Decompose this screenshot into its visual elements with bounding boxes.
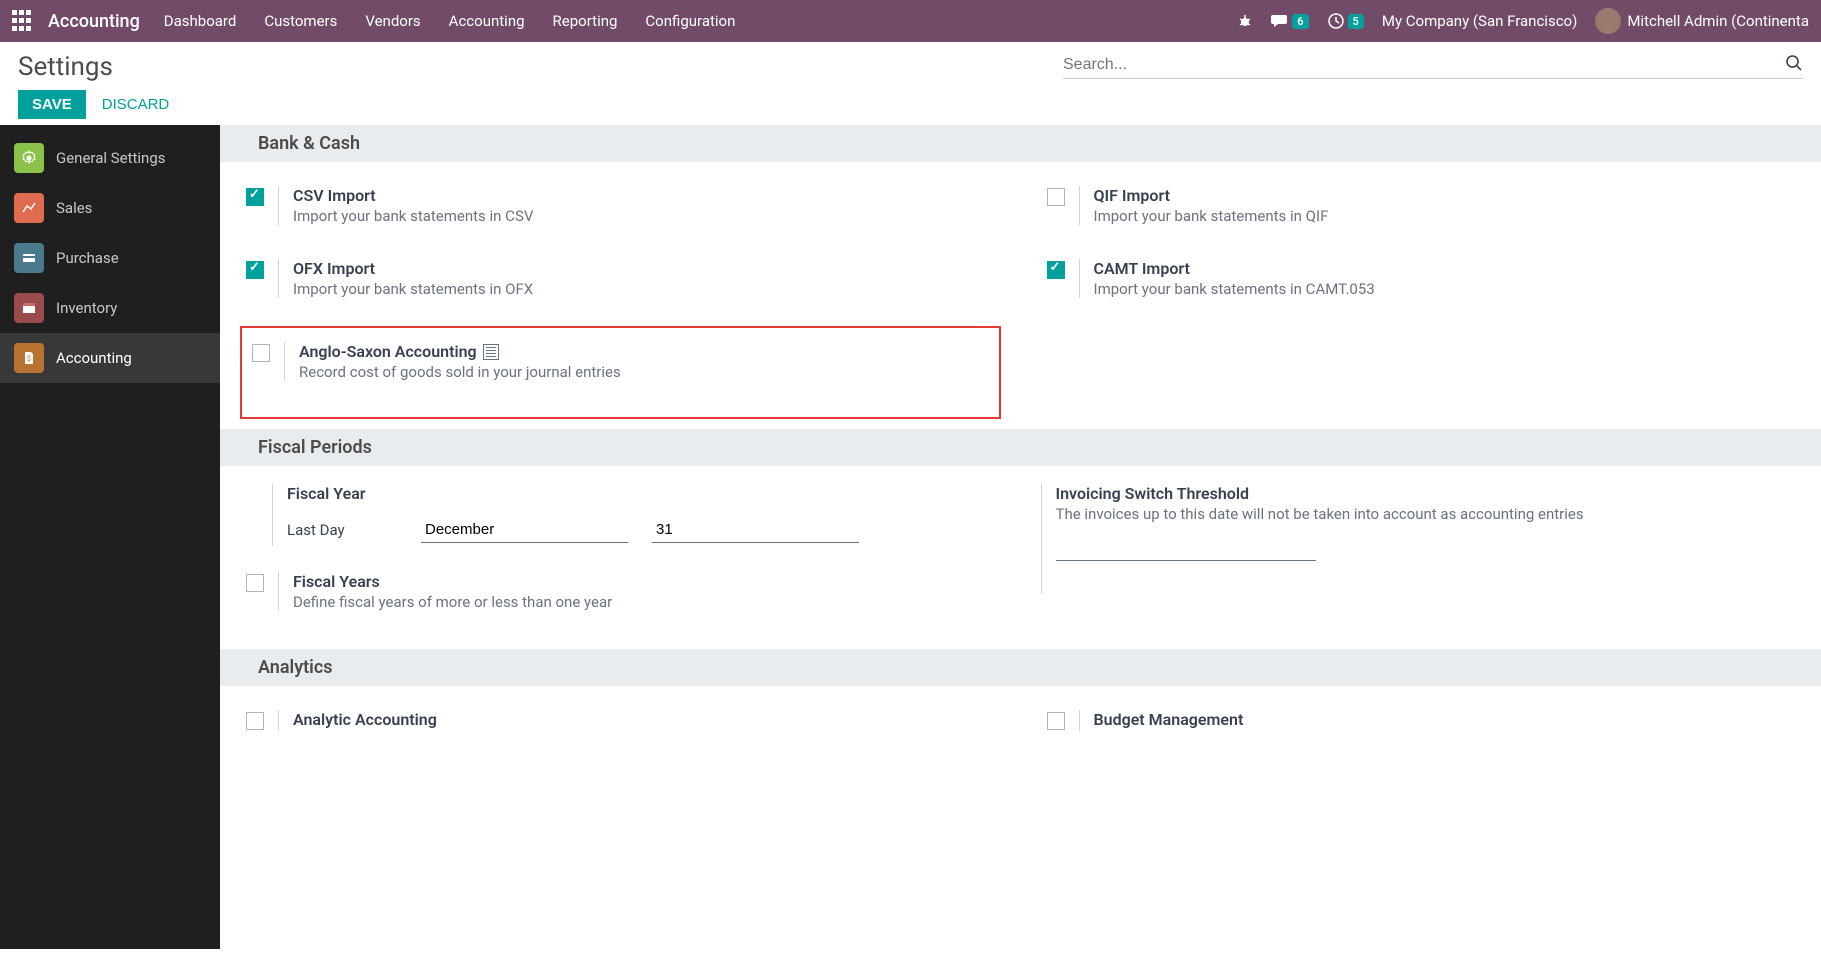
setting-desc: Import your bank statements in CAMT.053 [1094,280,1796,298]
setting-anglo-saxon: Anglo-Saxon Accounting Record cost of go… [240,326,1001,419]
sidebar-item-purchase[interactable]: Purchase [0,233,220,283]
menu-customers[interactable]: Customers [264,12,337,30]
setting-title: QIF Import [1094,186,1796,205]
gear-icon [14,143,44,173]
clock-icon[interactable]: 5 [1327,12,1364,30]
sidebar-item-accounting[interactable]: $ Accounting [0,333,220,383]
chat-icon[interactable]: 6 [1271,13,1308,29]
menu-dashboard[interactable]: Dashboard [164,12,237,30]
setting-fiscal-years: Fiscal Years Define fiscal years of more… [240,566,1001,617]
checkbox-anglo[interactable] [252,344,270,362]
menu-vendors[interactable]: Vendors [365,12,420,30]
avatar [1595,8,1621,34]
fiscal-year-heading: Fiscal Year [287,484,1001,503]
checkbox-budget[interactable] [1047,712,1065,730]
setting-title: Anglo-Saxon Accounting [299,342,989,361]
setting-desc: Import your bank statements in OFX [293,280,995,298]
setting-camt-import: CAMT Import Import your bank statements … [1041,253,1802,304]
document-icon: $ [14,343,44,373]
menu-accounting[interactable]: Accounting [449,12,525,30]
setting-budget-management: Budget Management [1041,704,1802,737]
sidebar-item-general[interactable]: General Settings [0,133,220,183]
building-icon [483,344,499,360]
sidebar-item-label: Sales [56,199,92,217]
save-button[interactable]: SAVE [18,90,86,119]
checkbox-qif[interactable] [1047,188,1065,206]
setting-desc: Define fiscal years of more or less than… [293,593,995,611]
checkbox-ofx[interactable] [246,261,264,279]
search-icon[interactable] [1785,54,1803,72]
clock-badge: 5 [1348,14,1364,29]
setting-desc: Record cost of goods sold in your journa… [299,363,989,381]
page-title: Settings [18,52,169,82]
checkbox-analytic[interactable] [246,712,264,730]
topnav-right: 6 5 My Company (San Francisco) Mitchell … [1237,8,1809,34]
sidebar-item-label: General Settings [56,149,166,167]
search-container [1063,52,1803,79]
setting-title: Budget Management [1094,710,1796,729]
setting-ofx-import: OFX Import Import your bank statements i… [240,253,1001,304]
last-day-label: Last Day [287,521,397,539]
user-menu[interactable]: Mitchell Admin (Continenta [1595,8,1809,34]
chart-icon [14,193,44,223]
apps-icon[interactable] [12,10,34,32]
setting-title: Analytic Accounting [293,710,995,729]
subheader: Settings SAVE DISCARD [0,42,1821,125]
settings-sidebar: General Settings Sales Purchase Inventor… [0,125,220,949]
sidebar-item-inventory[interactable]: Inventory [0,283,220,333]
topnav-menu: Dashboard Customers Vendors Accounting R… [164,12,1237,30]
section-title-fiscal: Fiscal Periods [220,429,1821,466]
checkbox-csv[interactable] [246,188,264,206]
sidebar-item-label: Inventory [56,299,117,317]
box-icon [14,293,44,323]
setting-csv-import: CSV Import Import your bank statements i… [240,180,1001,231]
user-name: Mitchell Admin (Continenta [1627,12,1809,30]
brand-title[interactable]: Accounting [48,11,140,32]
threshold-desc: The invoices up to this date will not be… [1056,505,1802,523]
svg-text:$: $ [27,355,31,363]
fiscal-month-select[interactable] [421,517,628,543]
setting-qif-import: QIF Import Import your bank statements i… [1041,180,1802,231]
settings-content: Bank & Cash CSV Import Import your bank … [220,125,1821,949]
sidebar-item-label: Purchase [56,249,119,267]
bug-icon[interactable] [1237,13,1253,29]
fiscal-day-input[interactable] [652,517,859,543]
setting-title: CSV Import [293,186,995,205]
section-title-analytics: Analytics [220,649,1821,686]
setting-title: OFX Import [293,259,995,278]
setting-title: Fiscal Years [293,572,995,591]
menu-reporting[interactable]: Reporting [553,12,618,30]
top-navbar: Accounting Dashboard Customers Vendors A… [0,0,1821,42]
checkbox-camt[interactable] [1047,261,1065,279]
chat-badge: 6 [1292,14,1308,29]
discard-button[interactable]: DISCARD [102,96,170,113]
checkbox-fiscal-years[interactable] [246,574,264,592]
setting-desc: Import your bank statements in QIF [1094,207,1796,225]
setting-analytic-accounting: Analytic Accounting [240,704,1001,737]
sidebar-item-sales[interactable]: Sales [0,183,220,233]
company-name[interactable]: My Company (San Francisco) [1382,12,1577,30]
section-title-bank-cash: Bank & Cash [220,125,1821,162]
threshold-title: Invoicing Switch Threshold [1056,484,1802,503]
setting-title: CAMT Import [1094,259,1796,278]
card-icon [14,243,44,273]
menu-configuration[interactable]: Configuration [645,12,735,30]
search-input[interactable] [1063,56,1803,74]
setting-desc: Import your bank statements in CSV [293,207,995,225]
threshold-input[interactable] [1056,537,1316,561]
sidebar-item-label: Accounting [56,349,132,367]
